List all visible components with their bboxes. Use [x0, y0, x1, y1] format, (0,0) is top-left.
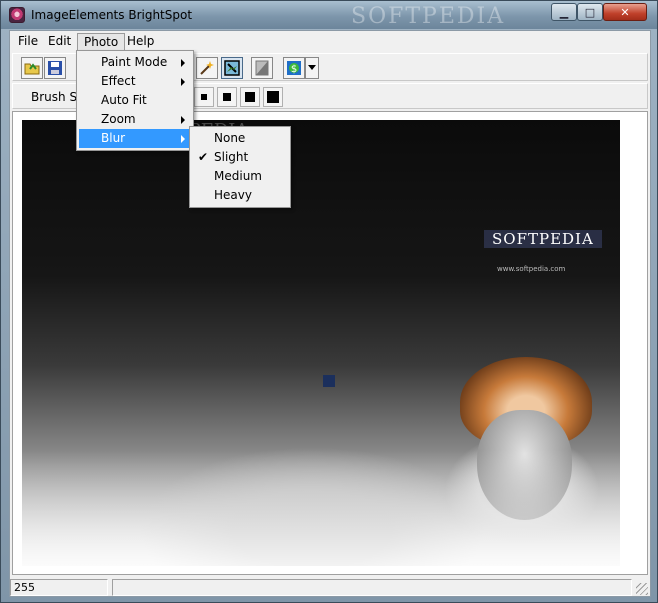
- menu-item-paint-mode[interactable]: Paint Mode: [79, 53, 191, 72]
- menu-item-label: Zoom: [101, 112, 136, 126]
- menu-item-zoom[interactable]: Zoom: [79, 110, 191, 129]
- save-icon: [48, 61, 62, 75]
- dollar-dropdown-button[interactable]: [305, 57, 319, 79]
- brush-size-4[interactable]: [263, 87, 283, 107]
- magic-wand-button[interactable]: [196, 57, 218, 79]
- title-bar[interactable]: ImageElements BrightSpot SOFTPEDIA ▁ □ ✕: [1, 1, 657, 29]
- menu-file[interactable]: File: [12, 33, 44, 51]
- submenu-arrow-icon: [181, 116, 185, 124]
- menu-item-auto-fit[interactable]: Auto Fit: [79, 91, 191, 110]
- dollar-icon: $: [287, 61, 301, 75]
- status-panel-2: [112, 579, 632, 596]
- resize-grip[interactable]: [636, 583, 648, 595]
- menu-item-label: Auto Fit: [101, 93, 147, 107]
- maximize-button[interactable]: □: [577, 3, 603, 21]
- photo-glow: [22, 450, 620, 566]
- maximize-icon: □: [584, 5, 596, 19]
- select-image-icon: [224, 60, 240, 76]
- status-value: 255: [10, 579, 108, 596]
- menu-bar: File Edit Photo Help: [10, 31, 650, 51]
- minimize-icon: ▁: [559, 5, 569, 19]
- submenu-arrow-icon: [181, 78, 185, 86]
- brush-size-1[interactable]: [194, 87, 214, 107]
- submenu-arrow-icon: [181, 59, 185, 67]
- canvas-area[interactable]: SOFTPEDIA SOFTPEDIA www.softpedia.com: [12, 111, 648, 575]
- magic-wand-icon: [200, 61, 214, 75]
- close-button[interactable]: ✕: [603, 3, 647, 21]
- select-image-button[interactable]: [221, 57, 243, 79]
- brush-cursor: [323, 375, 335, 387]
- title-watermark: SOFTPEDIA: [351, 4, 506, 29]
- menu-item-label: Paint Mode: [101, 55, 168, 69]
- blur-item-slight[interactable]: ✔ Slight: [192, 148, 288, 167]
- menu-edit[interactable]: Edit: [42, 33, 77, 51]
- photo-watermark: SOFTPEDIA: [484, 230, 602, 248]
- photo-menu: Paint Mode Effect Auto Fit Zoom Blur: [76, 50, 194, 151]
- dropdown-arrow-icon: [308, 65, 316, 70]
- menu-item-label: Heavy: [214, 188, 252, 202]
- checkmark-icon: ✔: [198, 150, 209, 164]
- open-folder-icon: [24, 63, 40, 75]
- blur-item-none[interactable]: None: [192, 129, 288, 148]
- photo-url: www.softpedia.com: [497, 265, 566, 273]
- menu-item-blur[interactable]: Blur: [79, 129, 191, 148]
- blur-submenu: None ✔ Slight Medium Heavy: [189, 126, 291, 208]
- close-icon: ✕: [620, 5, 630, 19]
- save-button[interactable]: [44, 57, 66, 79]
- brush-size-3[interactable]: [240, 87, 260, 107]
- minimize-button[interactable]: ▁: [551, 3, 577, 21]
- menu-photo[interactable]: Photo: [77, 33, 126, 51]
- open-button[interactable]: [21, 57, 43, 79]
- blur-item-heavy[interactable]: Heavy: [192, 186, 288, 205]
- blur-item-medium[interactable]: Medium: [192, 167, 288, 186]
- window-title: ImageElements BrightSpot: [31, 8, 193, 22]
- menu-item-label: Medium: [214, 169, 262, 183]
- app-window: ImageElements BrightSpot SOFTPEDIA ▁ □ ✕…: [0, 0, 658, 603]
- dollar-button[interactable]: $: [283, 57, 305, 79]
- page-button[interactable]: [251, 57, 273, 79]
- status-bar: 255: [10, 578, 650, 597]
- menu-item-effect[interactable]: Effect: [79, 72, 191, 91]
- app-icon[interactable]: [9, 7, 25, 23]
- menu-item-label: Effect: [101, 74, 136, 88]
- menu-help[interactable]: Help: [121, 33, 160, 51]
- submenu-arrow-icon: [181, 135, 185, 143]
- svg-text:$: $: [291, 64, 297, 75]
- menu-item-label: Blur: [101, 131, 126, 145]
- page-icon: [255, 60, 269, 76]
- brush-size-2[interactable]: [217, 87, 237, 107]
- menu-item-label: Slight: [214, 150, 249, 164]
- photo-image[interactable]: SOFTPEDIA SOFTPEDIA www.softpedia.com: [22, 120, 620, 566]
- menu-item-label: None: [214, 131, 246, 145]
